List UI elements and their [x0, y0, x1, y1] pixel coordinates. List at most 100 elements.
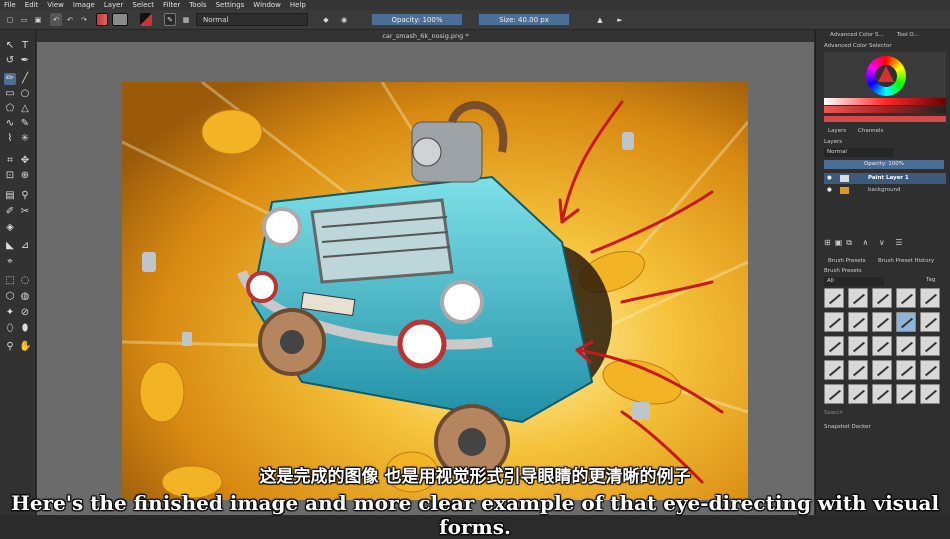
gradient-tool-icon[interactable]: ▤ — [4, 190, 16, 202]
bezier-tool-icon[interactable]: ∿ — [4, 118, 16, 130]
new-document-icon[interactable]: ▢ — [4, 13, 16, 26]
eye-icon[interactable]: ● — [827, 185, 832, 196]
ellipse-select-tool-icon[interactable]: ◌ — [19, 275, 31, 287]
line-tool-icon[interactable]: ╱ — [19, 73, 31, 85]
color-bar-shade[interactable] — [824, 106, 946, 113]
ellipse-tool-icon[interactable]: ○ — [19, 88, 31, 100]
opacity-slider[interactable]: Opacity: 100% — [371, 13, 463, 26]
assistant-tool-icon[interactable]: ⊕ — [19, 170, 31, 182]
brush-preset-tile[interactable] — [872, 384, 892, 404]
fg-bg-color-icon[interactable] — [140, 13, 152, 26]
brush-preset-tile[interactable] — [896, 312, 916, 332]
brush-tag-select[interactable]: Tag — [926, 277, 935, 283]
calligraphy-tool-icon[interactable]: ✒ — [19, 55, 31, 67]
layer-row-background[interactable]: ● background — [824, 185, 946, 196]
menu-help[interactable]: Help — [290, 1, 306, 9]
brush-preset-tile[interactable] — [920, 384, 940, 404]
color-wheel[interactable] — [866, 56, 906, 96]
brush-preset-tile[interactable] — [872, 336, 892, 356]
menu-select[interactable]: Select — [132, 1, 154, 9]
brush-search-input[interactable]: Search — [824, 410, 843, 416]
freehand-path-tool-icon[interactable]: ✎ — [19, 118, 31, 130]
brush-preset-tile[interactable] — [920, 360, 940, 380]
polygon-select-tool-icon[interactable]: ⬡ — [4, 291, 16, 303]
brush-preset-tile[interactable] — [824, 312, 844, 332]
bezier-select-tool-icon[interactable]: ⬯ — [4, 323, 16, 335]
redo-icon[interactable]: ↷ — [78, 13, 90, 26]
rect-select-tool-icon[interactable]: ⬚ — [4, 275, 16, 287]
undo-arrow-icon[interactable]: ↶ — [64, 13, 76, 26]
brush-preset-tile[interactable] — [920, 336, 940, 356]
eraser-mode-icon[interactable]: ◆ — [320, 13, 332, 26]
menu-layer[interactable]: Layer — [104, 1, 124, 9]
brush-preset-tile[interactable] — [824, 360, 844, 380]
similar-select-tool-icon[interactable]: ⊘ — [19, 307, 31, 319]
brush-settings-icon[interactable]: ▦ — [180, 13, 192, 26]
brush-preset-tile[interactable] — [848, 360, 868, 380]
brush-preset-tile[interactable] — [896, 360, 916, 380]
polyline-tool-icon[interactable]: △ — [19, 103, 31, 115]
eye-icon[interactable]: ● — [827, 173, 832, 184]
fill-tool-icon[interactable]: ◈ — [4, 222, 16, 234]
multibrush-tool-icon[interactable]: ✳ — [19, 133, 31, 145]
menu-filter[interactable]: Filter — [163, 1, 180, 9]
magnetic-select-tool-icon[interactable]: ⬮ — [19, 323, 31, 335]
brush-preset-tile[interactable] — [920, 288, 940, 308]
brush-preset-tile[interactable] — [848, 384, 868, 404]
brush-filter-select[interactable]: All — [824, 277, 884, 286]
tab-tool-options[interactable]: Tool O... — [897, 32, 919, 41]
mirror-vertical-icon[interactable]: ► — [614, 13, 626, 26]
reference-tool-icon[interactable]: ⌖ — [4, 256, 16, 268]
preserve-alpha-icon[interactable]: ◉ — [338, 13, 350, 26]
brush-preset-icon[interactable]: ✎ — [164, 13, 176, 26]
layer-row-paint-layer-1[interactable]: ● Paint Layer 1 — [824, 173, 946, 184]
brush-preset-tile[interactable] — [896, 288, 916, 308]
brush-preset-tile[interactable] — [848, 312, 868, 332]
measure-tool-icon[interactable]: ◣ — [4, 240, 16, 252]
color-selector-panel[interactable] — [824, 52, 946, 100]
brush-preset-tile[interactable] — [824, 336, 844, 356]
color-bar-red[interactable] — [824, 98, 946, 105]
menu-view[interactable]: View — [47, 1, 64, 9]
text-tool-icon[interactable]: T — [19, 40, 31, 52]
mirror-horizontal-icon[interactable]: ▲ — [594, 13, 606, 26]
tab-advanced-color-selector[interactable]: Advanced Color S... — [830, 32, 884, 41]
smart-patch-tool-icon[interactable]: ✂ — [19, 206, 31, 218]
crop-tool-icon[interactable]: ⌗ — [4, 155, 16, 167]
transform-tool-icon[interactable]: ⊡ — [4, 170, 16, 182]
perspective-tool-icon[interactable]: ⊿ — [19, 240, 31, 252]
brush-preset-tile[interactable] — [848, 288, 868, 308]
polygon-tool-icon[interactable]: ⬠ — [4, 103, 16, 115]
brush-preset-tile[interactable] — [896, 384, 916, 404]
tab-channels[interactable]: Channels — [858, 128, 883, 134]
freehand-brush-tool-icon[interactable]: ✏ — [4, 73, 16, 85]
freehand-select-tool-icon[interactable]: ◍ — [19, 291, 31, 303]
menu-window[interactable]: Window — [253, 1, 281, 9]
undo-icon[interactable]: ↶ — [50, 13, 62, 26]
brush-preset-tile[interactable] — [824, 384, 844, 404]
tab-brush-presets[interactable]: Brush Presets — [828, 258, 866, 264]
contiguous-select-tool-icon[interactable]: ✦ — [4, 307, 16, 319]
brush-preset-tile[interactable] — [872, 288, 892, 308]
color-swatch-strip[interactable] — [824, 116, 946, 122]
menu-image[interactable]: Image — [73, 1, 95, 9]
layer-opacity-slider[interactable]: Opacity: 100% — [824, 160, 944, 169]
pan-tool-icon[interactable]: ✋ — [19, 341, 31, 353]
tab-layers[interactable]: Layers — [828, 128, 846, 134]
open-document-icon[interactable]: ▭ — [18, 13, 30, 26]
menu-tools[interactable]: Tools — [189, 1, 206, 9]
tab-brush-preset-history[interactable]: Brush Preset History — [878, 258, 934, 264]
colorize-mask-tool-icon[interactable]: ✐ — [4, 206, 16, 218]
save-icon[interactable]: ▣ — [32, 13, 44, 26]
menu-settings[interactable]: Settings — [216, 1, 245, 9]
menu-edit[interactable]: Edit — [25, 1, 39, 9]
zoom-tool-icon[interactable]: ⚲ — [4, 341, 16, 353]
edit-shapes-tool-icon[interactable]: ↺ — [4, 55, 16, 67]
brush-preset-tile[interactable] — [872, 312, 892, 332]
move-tool-icon[interactable]: ✥ — [19, 155, 31, 167]
rectangle-tool-icon[interactable]: ▭ — [4, 88, 16, 100]
layer-actions-bar[interactable]: ⊞▣⧉ ∧ ∨ ☰ — [824, 238, 907, 248]
blend-mode-select[interactable]: Normal — [196, 13, 308, 26]
brush-preset-tile[interactable] — [896, 336, 916, 356]
brush-preset-tile[interactable] — [872, 360, 892, 380]
